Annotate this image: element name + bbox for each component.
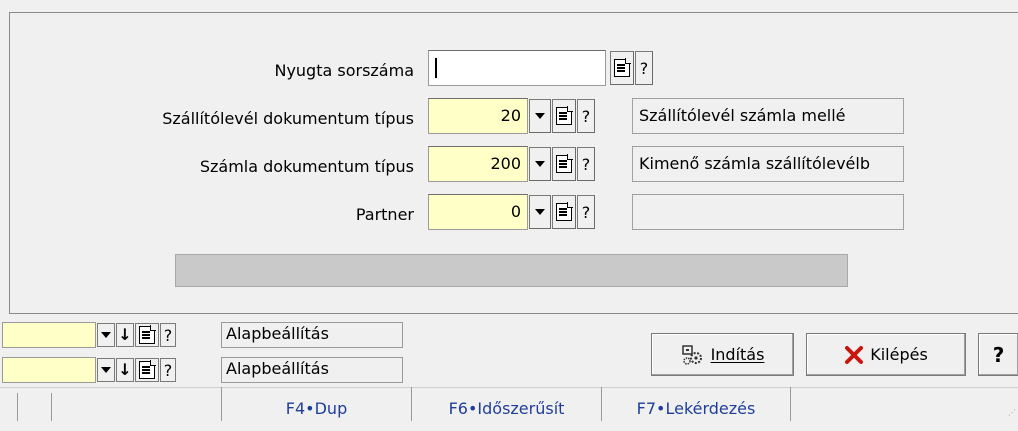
chevron-down-icon bbox=[535, 161, 545, 167]
text-cursor bbox=[435, 58, 437, 78]
settings-save-button[interactable]: ↓ bbox=[116, 358, 134, 382]
help-button[interactable]: ? bbox=[577, 99, 595, 133]
partner-description bbox=[632, 194, 904, 230]
delivery-doc-type-label: Szállítólevél dokumentum típus bbox=[162, 109, 414, 128]
help-button[interactable]: ? bbox=[160, 358, 176, 382]
settings-save-button[interactable]: ↓ bbox=[116, 323, 134, 347]
help-icon: ? bbox=[639, 58, 649, 78]
partner-input[interactable]: 0 bbox=[428, 194, 528, 230]
document-icon bbox=[614, 58, 631, 77]
statusbar-item-query[interactable]: F7•Lekérdezés bbox=[601, 387, 791, 421]
settings-combo-input[interactable] bbox=[2, 357, 96, 383]
help-icon: ? bbox=[163, 360, 173, 380]
document-icon bbox=[139, 325, 156, 344]
status-divider bbox=[17, 393, 18, 421]
close-icon bbox=[845, 345, 864, 364]
document-button[interactable] bbox=[552, 195, 576, 229]
invoice-doc-type-label: Számla dokumentum típus bbox=[199, 157, 414, 176]
settings-name: Alapbeállítás bbox=[221, 357, 403, 383]
start-button[interactable]: Indítás bbox=[651, 333, 794, 376]
document-icon bbox=[556, 202, 573, 221]
chevron-down-icon bbox=[101, 367, 111, 373]
start-button-label: Indítás bbox=[710, 345, 765, 364]
document-button[interactable] bbox=[552, 147, 576, 181]
help-button[interactable]: ? bbox=[160, 323, 176, 347]
resize-grip[interactable]: ⋰ bbox=[1008, 408, 1016, 418]
chevron-down-icon bbox=[101, 332, 111, 338]
help-button[interactable]: ? bbox=[635, 51, 653, 85]
partner-dropdown[interactable] bbox=[529, 195, 551, 229]
chevron-down-icon bbox=[535, 113, 545, 119]
settings-dropdown[interactable] bbox=[97, 358, 115, 382]
arrow-down-icon: ↓ bbox=[118, 325, 132, 344]
invoice-doc-type-input[interactable]: 200 bbox=[428, 146, 528, 182]
document-icon bbox=[556, 106, 573, 125]
document-button[interactable] bbox=[552, 99, 576, 133]
statusbar-item-dup[interactable]: F4•Dup bbox=[221, 387, 411, 421]
settings-dropdown[interactable] bbox=[97, 323, 115, 347]
invoice-doc-type-dropdown[interactable] bbox=[529, 147, 551, 181]
settings-name: Alapbeállítás bbox=[221, 322, 403, 348]
help-icon: ? bbox=[992, 342, 1005, 367]
help-main-button[interactable]: ? bbox=[978, 333, 1018, 376]
document-button[interactable] bbox=[135, 323, 159, 347]
document-button[interactable] bbox=[610, 51, 634, 85]
exit-button-label: Kilépés bbox=[870, 345, 928, 364]
help-icon: ? bbox=[581, 202, 591, 222]
document-icon bbox=[139, 360, 156, 379]
partner-label: Partner bbox=[355, 205, 414, 224]
exit-button[interactable]: Kilépés bbox=[806, 333, 966, 376]
help-icon: ? bbox=[163, 325, 173, 345]
document-button[interactable] bbox=[135, 358, 159, 382]
document-icon bbox=[556, 154, 573, 173]
settings-combo-input[interactable] bbox=[2, 322, 96, 348]
status-divider bbox=[51, 393, 52, 421]
help-icon: ? bbox=[581, 154, 591, 174]
help-button[interactable]: ? bbox=[577, 147, 595, 181]
receipt-number-label: Nyugta sorszáma bbox=[274, 61, 414, 80]
help-button[interactable]: ? bbox=[577, 195, 595, 229]
receipt-number-input[interactable] bbox=[428, 50, 606, 86]
progress-bar bbox=[175, 254, 848, 287]
invoice-doc-type-description: Kimenő számla szállítólevélb bbox=[632, 146, 904, 182]
statusbar-item-refresh[interactable]: F6•Időszerűsít bbox=[411, 387, 601, 421]
help-icon: ? bbox=[581, 106, 591, 126]
chevron-down-icon bbox=[535, 209, 545, 215]
delivery-doc-type-input[interactable]: 20 bbox=[428, 98, 528, 134]
delivery-doc-type-description: Szállítólevél számla mellé bbox=[632, 98, 904, 134]
arrow-down-icon: ↓ bbox=[118, 360, 132, 379]
process-icon bbox=[681, 344, 702, 365]
delivery-doc-type-dropdown[interactable] bbox=[529, 99, 551, 133]
